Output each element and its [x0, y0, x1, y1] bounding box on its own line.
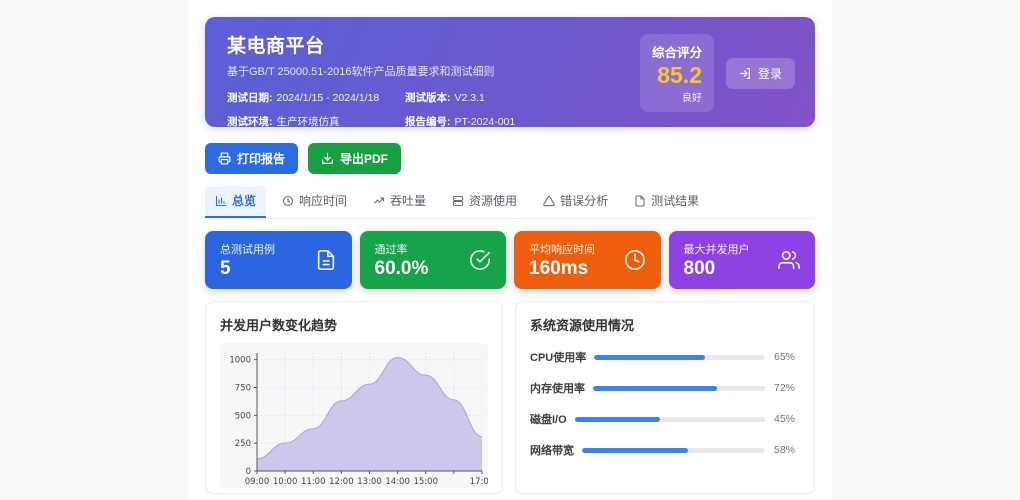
toolbar: 打印报告 导出PDF [205, 143, 815, 174]
svg-text:15:00: 15:00 [414, 477, 439, 487]
server-icon [452, 195, 464, 207]
svg-text:0: 0 [246, 467, 251, 477]
login-label: 登录 [757, 66, 782, 81]
file-icon [634, 194, 646, 207]
stat-card-total-cases: 总测试用例 5 [205, 231, 352, 289]
meta-test-env: 测试环境: 生产环境仿真 [227, 116, 340, 128]
resource-rows: CPU使用率 65% 内存使用率 72% 磁盘I/O 45% 网络带宽 58% [530, 349, 800, 458]
print-report-button[interactable]: 打印报告 [205, 143, 299, 174]
print-label: 打印报告 [237, 152, 286, 166]
resource-row-network: 网络带宽 58% [530, 444, 796, 457]
resource-row-memory: 内存使用率 72% [530, 382, 796, 395]
login-button[interactable]: 登录 [725, 57, 795, 89]
meta-report-no: 报告编号: PT-2024-001 [405, 116, 516, 128]
warning-triangle-icon [543, 195, 555, 207]
export-label: 导出PDF [340, 152, 389, 166]
progress-track [582, 447, 765, 453]
progress-track [593, 385, 765, 391]
progress-fill [574, 416, 661, 422]
tab-response-time[interactable]: 响应时间 [272, 186, 357, 218]
progress-track [574, 416, 765, 422]
svg-text:09:00: 09:00 [245, 477, 270, 487]
concurrent-users-chart-panel: 并发用户数变化趋势 0 250 500 750 1000 09:00 10:00 11:00 1… [205, 301, 503, 494]
svg-text:500: 500 [235, 411, 251, 421]
tab-throughput[interactable]: 吞吐量 [363, 186, 436, 218]
resource-row-disk-io: 磁盘I/O 45% [530, 413, 796, 426]
svg-text:250: 250 [235, 439, 251, 449]
tab-error-analysis[interactable]: 错误分析 [533, 186, 618, 218]
svg-text:1000: 1000 [229, 356, 251, 366]
overall-score-box: 综合评分 85.2 良好 [639, 33, 714, 113]
svg-text:12:00: 12:00 [329, 477, 354, 487]
concurrent-users-area-chart: 0 250 500 750 1000 09:00 10:00 11:00 12:00 13:00 1… [220, 343, 488, 489]
export-pdf-button[interactable]: 导出PDF [308, 143, 402, 174]
printer-icon [218, 152, 231, 165]
progress-fill [582, 447, 689, 453]
stat-card-avg-response: 平均响应时间 160ms [514, 231, 661, 289]
page-title: 某电商平台 [227, 36, 325, 57]
login-icon [739, 67, 752, 80]
report-header-card: 某电商平台 基于GB/T 25000.51-2016软件产品质量要求和测试细则 … [205, 17, 815, 129]
progress-fill [593, 385, 717, 391]
check-circle-icon [469, 249, 491, 271]
tab-test-results[interactable]: 测试结果 [624, 186, 709, 218]
svg-text:10:00: 10:00 [273, 477, 298, 487]
report-meta: 测试日期: 2024/1/15 - 2024/1/18 测试版本: V2.3.1 测… [227, 90, 515, 129]
chart-panel-title: 并发用户数变化趋势 [220, 318, 338, 333]
svg-text:11:00: 11:00 [301, 477, 326, 487]
resources-panel-title: 系统资源使用情况 [530, 318, 635, 333]
trending-up-icon [373, 195, 385, 207]
download-icon [321, 152, 334, 165]
score-grade: 良好 [681, 93, 702, 105]
stat-cards-row: 总测试用例 5 通过率 60.0% 平均响应时间 160ms 最大并发用户 80… [205, 231, 815, 289]
stat-card-max-concurrent: 最大并发用户 800 [668, 231, 815, 289]
resource-row-cpu: CPU使用率 65% [530, 351, 796, 364]
meta-test-date: 测试日期: 2024/1/15 - 2024/1/18 [227, 92, 380, 104]
panels-row: 并发用户数变化趋势 0 250 500 750 1000 09:00 10:00 11:00 1… [205, 301, 815, 494]
bar-chart-icon [215, 195, 227, 207]
svg-text:14:00: 14:00 [385, 477, 410, 487]
meta-test-version: 测试版本: V2.3.1 [405, 92, 485, 104]
users-icon [778, 249, 800, 271]
tab-bar: 总览 响应时间 吞吐量 资源使用 错误分析 测试结果 [205, 186, 815, 219]
score-label: 综合评分 [651, 45, 702, 60]
svg-text:17:00: 17:00 [470, 477, 488, 487]
svg-text:13:00: 13:00 [357, 477, 382, 487]
content-column: 某电商平台 基于GB/T 25000.51-2016软件产品质量要求和测试细则 … [188, 0, 832, 500]
tab-overview[interactable]: 总览 [205, 186, 267, 218]
score-value: 85.2 [657, 61, 702, 88]
progress-track [594, 354, 765, 360]
clock-icon [624, 249, 646, 271]
system-resources-panel: 系统资源使用情况 CPU使用率 65% 内存使用率 72% 磁盘I/O 45% [515, 301, 815, 494]
stat-card-pass-rate: 通过率 60.0% [359, 231, 506, 289]
tab-resource-usage[interactable]: 资源使用 [442, 186, 527, 218]
document-icon [315, 249, 337, 271]
progress-fill [594, 354, 706, 360]
page-subtitle: 基于GB/T 25000.51-2016软件产品质量要求和测试细则 [227, 66, 495, 78]
svg-text:750: 750 [235, 384, 251, 394]
clock-icon [282, 195, 294, 207]
